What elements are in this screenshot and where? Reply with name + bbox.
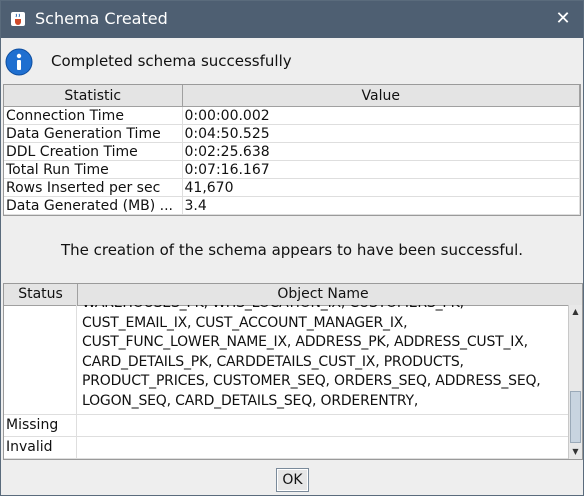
statistic-value: 41,670 [182, 178, 580, 197]
table-row-missing[interactable]: Missing [4, 415, 568, 437]
column-header-value[interactable]: Value [182, 85, 580, 107]
success-message: The creation of the schema appears to ha… [60, 241, 524, 259]
statistic-value: 3.4 [182, 196, 580, 215]
statistics-table: Statistic Value Connection Time 0:00:00.… [3, 84, 581, 216]
statistic-value: 0:07:16.167 [182, 160, 580, 179]
info-message-row: Completed schema successfully [1, 45, 583, 79]
statistic-value: 0:00:00.002 [182, 106, 580, 125]
statistic-name: Data Generation Time [4, 124, 183, 143]
object-table-header: Status Object Name [4, 284, 568, 306]
header-corner [568, 284, 582, 306]
close-icon[interactable]: ✕ [555, 8, 570, 29]
status-cell: Invalid [4, 437, 77, 458]
schema-created-dialog: Schema Created ✕ Completed schema succes… [0, 0, 584, 496]
vertical-scrollbar[interactable]: ▲ ▼ [568, 305, 582, 459]
java-cup-icon [11, 12, 25, 26]
statistic-name: Connection Time [4, 106, 183, 125]
table-row-invalid[interactable]: Invalid [4, 437, 568, 459]
column-header-status[interactable]: Status [4, 284, 78, 305]
column-header-statistic[interactable]: Statistic [4, 85, 183, 107]
object-names-line: WAREHOUSES_PK, WHS_LOCATION_IX, CUSTOMER… [82, 305, 564, 314]
table-row[interactable]: Data Generation Time 0:04:50.525 [4, 124, 580, 143]
object-names-cell: WAREHOUSES_PK, WHS_LOCATION_IX, CUSTOMER… [78, 305, 568, 414]
column-header-object-name[interactable]: Object Name [78, 284, 568, 305]
table-row[interactable]: Data Generated (MB) ... 3.4 [4, 196, 580, 215]
object-names-line: CUST_EMAIL_IX, CUST_ACCOUNT_MANAGER_IX, [82, 314, 408, 331]
table-row[interactable]: Rows Inserted per sec 41,670 [4, 178, 580, 197]
title-bar[interactable]: Schema Created ✕ [1, 1, 583, 38]
statistic-value: 0:04:50.525 [182, 124, 580, 143]
ok-button[interactable]: OK [276, 468, 309, 492]
table-row[interactable]: DDL Creation Time 0:02:25.638 [4, 142, 580, 161]
info-icon [5, 48, 33, 76]
object-names-line: PRODUCT_PRICES, CUSTOMER_SEQ, ORDERS_SEQ… [82, 373, 541, 389]
scrollbar-thumb[interactable] [570, 391, 581, 443]
object-names-cell [78, 437, 568, 458]
scroll-up-arrow-icon[interactable]: ▲ [569, 305, 582, 319]
object-names-cell [78, 415, 568, 436]
statistic-name: Rows Inserted per sec [4, 178, 183, 197]
dialog-title: Schema Created [35, 9, 168, 28]
table-row[interactable]: Connection Time 0:00:00.002 [4, 106, 580, 125]
close-button[interactable]: ✕ [551, 7, 575, 31]
statistic-value: 0:02:25.638 [182, 142, 580, 161]
statistic-name: Data Generated (MB) ... [4, 196, 183, 215]
object-rows[interactable]: WAREHOUSES_PK, WHS_LOCATION_IX, CUSTOMER… [4, 305, 568, 459]
info-message: Completed schema successfully [51, 52, 292, 70]
scroll-down-arrow-icon[interactable]: ▼ [569, 445, 582, 459]
object-status-table: Status Object Name WAREHOUSES_PK, WHS_LO… [3, 283, 583, 460]
status-cell [4, 305, 77, 414]
object-names-line: CARD_DETAILS_PK, CARDDETAILS_CUST_IX, PR… [82, 353, 464, 370]
status-cell: Missing [4, 415, 77, 436]
object-names-line: LOGON_SEQ, CARD_DETAILS_SEQ, ORDERENTRY, [82, 392, 419, 409]
statistic-name: DDL Creation Time [4, 142, 183, 161]
table-row[interactable]: Total Run Time 0:07:16.167 [4, 160, 580, 179]
object-names-line: CUST_FUNC_LOWER_NAME_IX, ADDRESS_PK, ADD… [82, 334, 528, 350]
table-row[interactable]: WAREHOUSES_PK, WHS_LOCATION_IX, CUSTOMER… [4, 305, 568, 415]
statistic-name: Total Run Time [4, 160, 183, 179]
